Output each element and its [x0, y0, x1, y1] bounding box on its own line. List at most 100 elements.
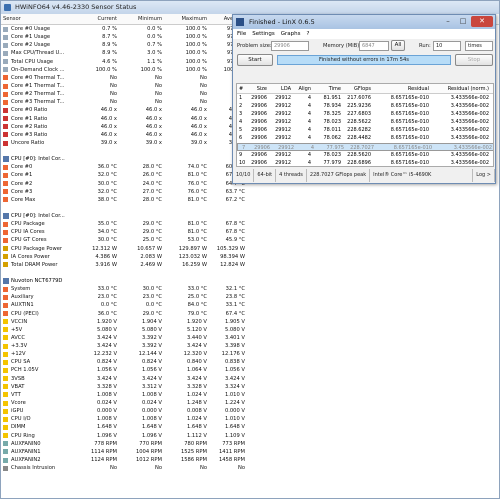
maximize-button[interactable]: □ — [456, 16, 470, 27]
clock-icon — [3, 116, 8, 122]
menu-settings[interactable]: Settings — [252, 29, 275, 39]
col-current[interactable]: Current — [81, 14, 121, 24]
linx-title-bar[interactable]: Finished - LinX 0.6.5 – □ ✕ — [233, 15, 495, 29]
sensor-row[interactable]: AUXFANIN1 1114 RPM 1004 RPM 1525 RPM 1411 RP… — [1, 448, 499, 456]
problem-size-select[interactable]: 29906 — [271, 41, 309, 51]
sensor-average: 1.010 V — [224, 391, 245, 398]
sensor-row[interactable]: AUXFANIN2 1124 RPM 1012 RPM 1586 RPM 1458 RP… — [1, 456, 499, 464]
result-row[interactable]: 2 29906 29912 4 78.934 225.9236 8.657165e-010 3… — [237, 102, 493, 110]
sensor-name: Max CPU/Thread U... — [1, 49, 81, 57]
sensor-row[interactable]: +12V 12.232 V 12.144 V 12.320 V 12.176 V — [1, 350, 499, 358]
start-button[interactable]: Start — [237, 54, 273, 66]
voltage-icon — [3, 351, 8, 357]
result-row[interactable]: 5 29906 29912 4 78.011 228.6282 8.657165e-010 3… — [237, 126, 493, 134]
result-row[interactable]: 1 29906 29912 4 81.951 217.6076 8.657165e-010 3… — [237, 94, 493, 102]
menu-file[interactable]: File — [237, 29, 246, 39]
sensor-row[interactable]: Chassis Intrusion No No No No — [1, 464, 499, 472]
thermometer-icon — [3, 189, 8, 195]
sensor-row[interactable]: CPU IA Cores 34.0 °C 29.0 °C 81.0 °C 67.8 °C — [1, 228, 499, 236]
col-minimum[interactable]: Minimum — [121, 14, 166, 24]
thermometer-icon — [3, 311, 8, 317]
sensor-label: AUXFANIN0 — [11, 440, 41, 447]
sensor-current: 23.0 °C — [97, 294, 117, 301]
thermometer-icon — [3, 221, 8, 227]
status-peak: 228.7027 GFlops peak — [307, 169, 371, 182]
results-col-header[interactable]: GFlops — [343, 84, 373, 93]
problem-size-label: Problem size: — [237, 43, 272, 49]
result-row[interactable]: 6 29906 29912 4 78.062 228.4482 8.657165e-010 3… — [237, 134, 493, 142]
result-row[interactable]: 4 29906 29912 4 78.023 228.5622 8.657165e-010 3… — [237, 118, 493, 126]
sensor-row[interactable]: System 33.0 °C 30.0 °C 33.0 °C 32.1 °C — [1, 285, 499, 293]
result-cell: 29912 — [275, 111, 291, 118]
results-col-header[interactable]: Residual — [373, 84, 431, 93]
sensor-label: Core #3 Thermal T... — [11, 99, 65, 106]
result-row[interactable]: 9 29906 29912 4 78.023 228.5620 8.657165e-010 3… — [237, 151, 493, 159]
sensor-label: Core #0 Ratio — [11, 107, 48, 114]
sensor-group-header[interactable]: CPU [#0]: Intel Cor... — [1, 212, 499, 220]
result-row[interactable]: 10 29906 29912 4 77.979 228.6896 8.657165e-010… — [237, 159, 493, 166]
memory-select[interactable]: 6847 — [359, 41, 389, 51]
results-col-header[interactable]: LDA — [269, 84, 293, 93]
sensor-name: Core #3 Thermal T... — [1, 98, 81, 106]
sensor-row[interactable]: +5V 5.080 V 5.080 V 5.120 V 5.080 V — [1, 326, 499, 334]
sensor-row[interactable]: AUXTIN1 0.0 °C 0.0 °C 84.0 °C 33.1 °C — [1, 301, 499, 309]
status-bar: 10/10 64-bit 4 threads 228.7027 GFlops peak… — [233, 169, 495, 182]
sensor-row[interactable]: Core #3 32.0 °C 27.0 °C 76.0 °C 63.7 °C — [1, 188, 499, 196]
log-button[interactable]: Log > — [473, 169, 495, 182]
sensor-row[interactable]: Core Max 38.0 °C 28.0 °C 81.0 °C 67.2 °C — [1, 196, 499, 204]
results-col-header[interactable]: # — [237, 84, 247, 93]
sensor-average: 1.648 V — [224, 424, 245, 431]
sensor-maximum: 123.032 W — [178, 253, 207, 260]
stop-button[interactable]: Stop — [455, 54, 493, 66]
results-col-header[interactable]: Align — [293, 84, 313, 93]
sensor-average: 1.905 V — [224, 318, 245, 325]
sensor-row[interactable]: VCCIN 1.920 V 1.904 V 1.920 V 1.905 V — [1, 318, 499, 326]
result-cell: 29912 — [275, 103, 291, 110]
sensor-row[interactable]: CPU Ring 1.096 V 1.096 V 1.112 V 1.109 V — [1, 432, 499, 440]
sensor-row[interactable]: CPU I/O 1.008 V 1.008 V 1.024 V 1.010 V — [1, 415, 499, 423]
sensor-row[interactable]: +3.3V 3.424 V 3.392 V 3.424 V 3.398 V — [1, 342, 499, 350]
sensor-row[interactable]: AVCC 3.424 V 3.392 V 3.440 V 3.401 V — [1, 334, 499, 342]
sensor-row[interactable]: VBAT 3.328 V 3.312 V 3.328 V 3.324 V — [1, 383, 499, 391]
sensor-row[interactable]: AUXFANIN0 778 RPM 770 RPM 780 RPM 773 RPM — [1, 440, 499, 448]
sensor-row[interactable]: CPU Package Power 12.312 W 10.657 W 129.897… — [1, 245, 499, 253]
sensor-row[interactable]: Total DRAM Power 3.916 W 2.469 W 16.259 W 12… — [1, 261, 499, 269]
col-sensor[interactable]: Sensor — [1, 14, 81, 24]
run-count-select[interactable]: 10 — [433, 41, 461, 51]
results-col-header[interactable]: Size — [247, 84, 269, 93]
sensor-current: 35.0 °C — [97, 221, 117, 228]
sensor-maximum: 780 RPM — [184, 440, 207, 447]
menu-help[interactable]: ? — [307, 29, 310, 39]
minimize-button[interactable]: – — [441, 16, 455, 27]
results-col-header[interactable]: Residual (norm.) — [431, 84, 491, 93]
sensor-group-header[interactable]: Nuvoton NCT6779D — [1, 277, 499, 285]
results-col-header[interactable]: Time — [313, 84, 343, 93]
sensor-row[interactable]: Auxiliary 23.0 °C 23.0 °C 25.0 °C 23.8 °C — [1, 293, 499, 301]
result-row[interactable]: 7 29906 29912 4 77.975 228.7027 8.657165e-010 3… — [237, 142, 493, 151]
sensor-row[interactable]: CPU GT Cores 30.0 °C 25.0 °C 53.0 °C 45.9 °C — [1, 236, 499, 244]
result-cell: 78.023 — [323, 119, 342, 126]
result-cell: 29906 — [251, 111, 267, 118]
sensor-row[interactable]: VTT 1.008 V 1.008 V 1.024 V 1.010 V — [1, 391, 499, 399]
sensor-row[interactable]: CPU (PECI) 36.0 °C 29.0 °C 79.0 °C 67.4 °C — [1, 310, 499, 318]
sensor-row[interactable]: CPU Package 35.0 °C 29.0 °C 81.0 °C 67.8 °C — [1, 220, 499, 228]
sensor-row[interactable]: DIMM 1.648 V 1.648 V 1.648 V 1.648 V — [1, 423, 499, 431]
result-cell: 7 — [242, 144, 246, 151]
sensor-row[interactable]: Vcore 0.024 V 0.024 V 1.248 V 1.224 V — [1, 399, 499, 407]
sensor-name: CPU I/O — [1, 415, 81, 423]
sensor-row[interactable]: iGPU 0.000 V 0.000 V 0.008 V 0.000 V — [1, 407, 499, 415]
results-table[interactable]: # Size LDA Align Time GFlops Residual Residual … — [236, 83, 494, 167]
result-row[interactable]: 3 29906 29912 4 78.325 227.6803 8.657165e-010 3… — [237, 110, 493, 118]
sensor-row[interactable]: IA Cores Power 4.386 W 2.083 W 123.032 W 98.… — [1, 253, 499, 261]
sensor-row[interactable]: 3VSB 3.424 V 3.424 V 3.424 V 3.424 V — [1, 375, 499, 383]
sensor-row[interactable]: PCH 1.05V 1.056 V 1.056 V 1.064 V 1.056 V — [1, 366, 499, 374]
run-unit-select[interactable]: times — [465, 41, 493, 51]
voltage-icon — [3, 343, 8, 349]
sensor-label: AUXFANIN2 — [11, 457, 41, 464]
col-maximum[interactable]: Maximum — [166, 14, 211, 24]
all-button[interactable]: All — [391, 40, 405, 51]
menu-graphs[interactable]: Graphs — [281, 29, 301, 39]
result-cell: 29912 — [275, 159, 291, 166]
sensor-row[interactable]: CPU SA 0.824 V 0.824 V 0.840 V 0.838 V — [1, 358, 499, 366]
close-button[interactable]: ✕ — [471, 16, 493, 27]
